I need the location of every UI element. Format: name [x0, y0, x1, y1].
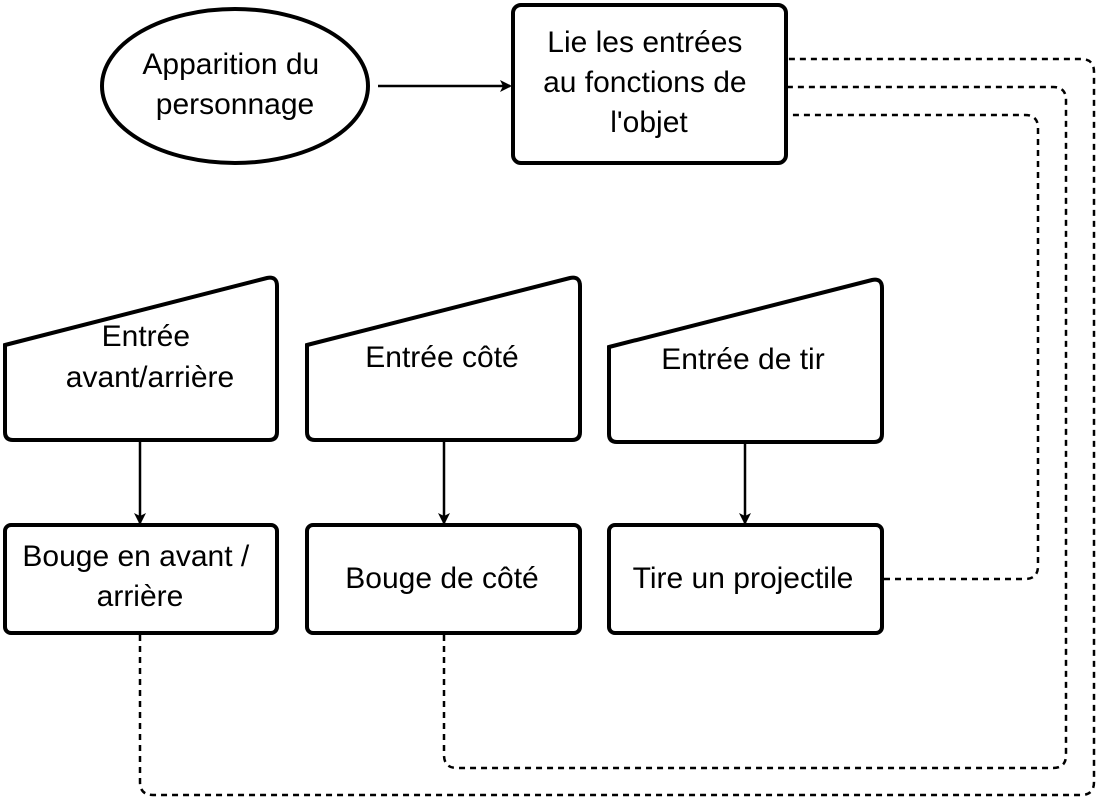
action-forward-node: Bouge en avant / arrière — [3, 523, 279, 635]
bind-label-line1: Lie les entrées — [547, 26, 742, 59]
svg-text:Entrée de tir: Entrée de tir — [661, 343, 824, 376]
start-node: Apparition du personnage — [100, 7, 370, 165]
start-ellipse — [100, 7, 370, 165]
action-side-node: Bouge de côté — [305, 523, 582, 635]
input-forward-label-line1: Entrée — [102, 320, 190, 353]
svg-text:Bouge de côté: Bouge de côté — [345, 562, 539, 595]
action-side-label-line1: Bouge de côté — [345, 562, 539, 595]
action-fire-node: Tire un projectile — [607, 523, 884, 635]
input-fire-node: Entrée de tir — [607, 277, 884, 444]
action-fire-label-line1: Tire un projectile — [633, 562, 854, 595]
input-forward-node: Entrée avant/arrière — [3, 275, 279, 442]
bind-node: Lie les entrées au fonctions de l'objet — [511, 3, 788, 165]
bind-label-line2: au fonctions de — [543, 66, 746, 99]
input-side-node: Entrée côté — [305, 275, 582, 442]
flowchart: Apparition du personnage Lie les entrées… — [3, 3, 1096, 797]
action-forward-label-line1: Bouge en avant / — [22, 540, 250, 573]
input-fire-label-line1: Entrée de tir — [661, 343, 824, 376]
input-forward-shape — [3, 275, 279, 442]
start-label-line1: Apparition du — [142, 48, 319, 81]
input-side-label-line1: Entrée côté — [365, 341, 518, 374]
svg-text:Entrée côté: Entrée côté — [365, 341, 518, 374]
action-forward-label-line2: arrière — [97, 580, 184, 613]
input-forward-label-line2: avant/arrière — [66, 361, 234, 394]
bind-label-line3: l'objet — [610, 106, 688, 139]
svg-text:Tire un projectile: Tire un projectile — [633, 562, 854, 595]
start-label-line2: personnage — [156, 88, 314, 121]
